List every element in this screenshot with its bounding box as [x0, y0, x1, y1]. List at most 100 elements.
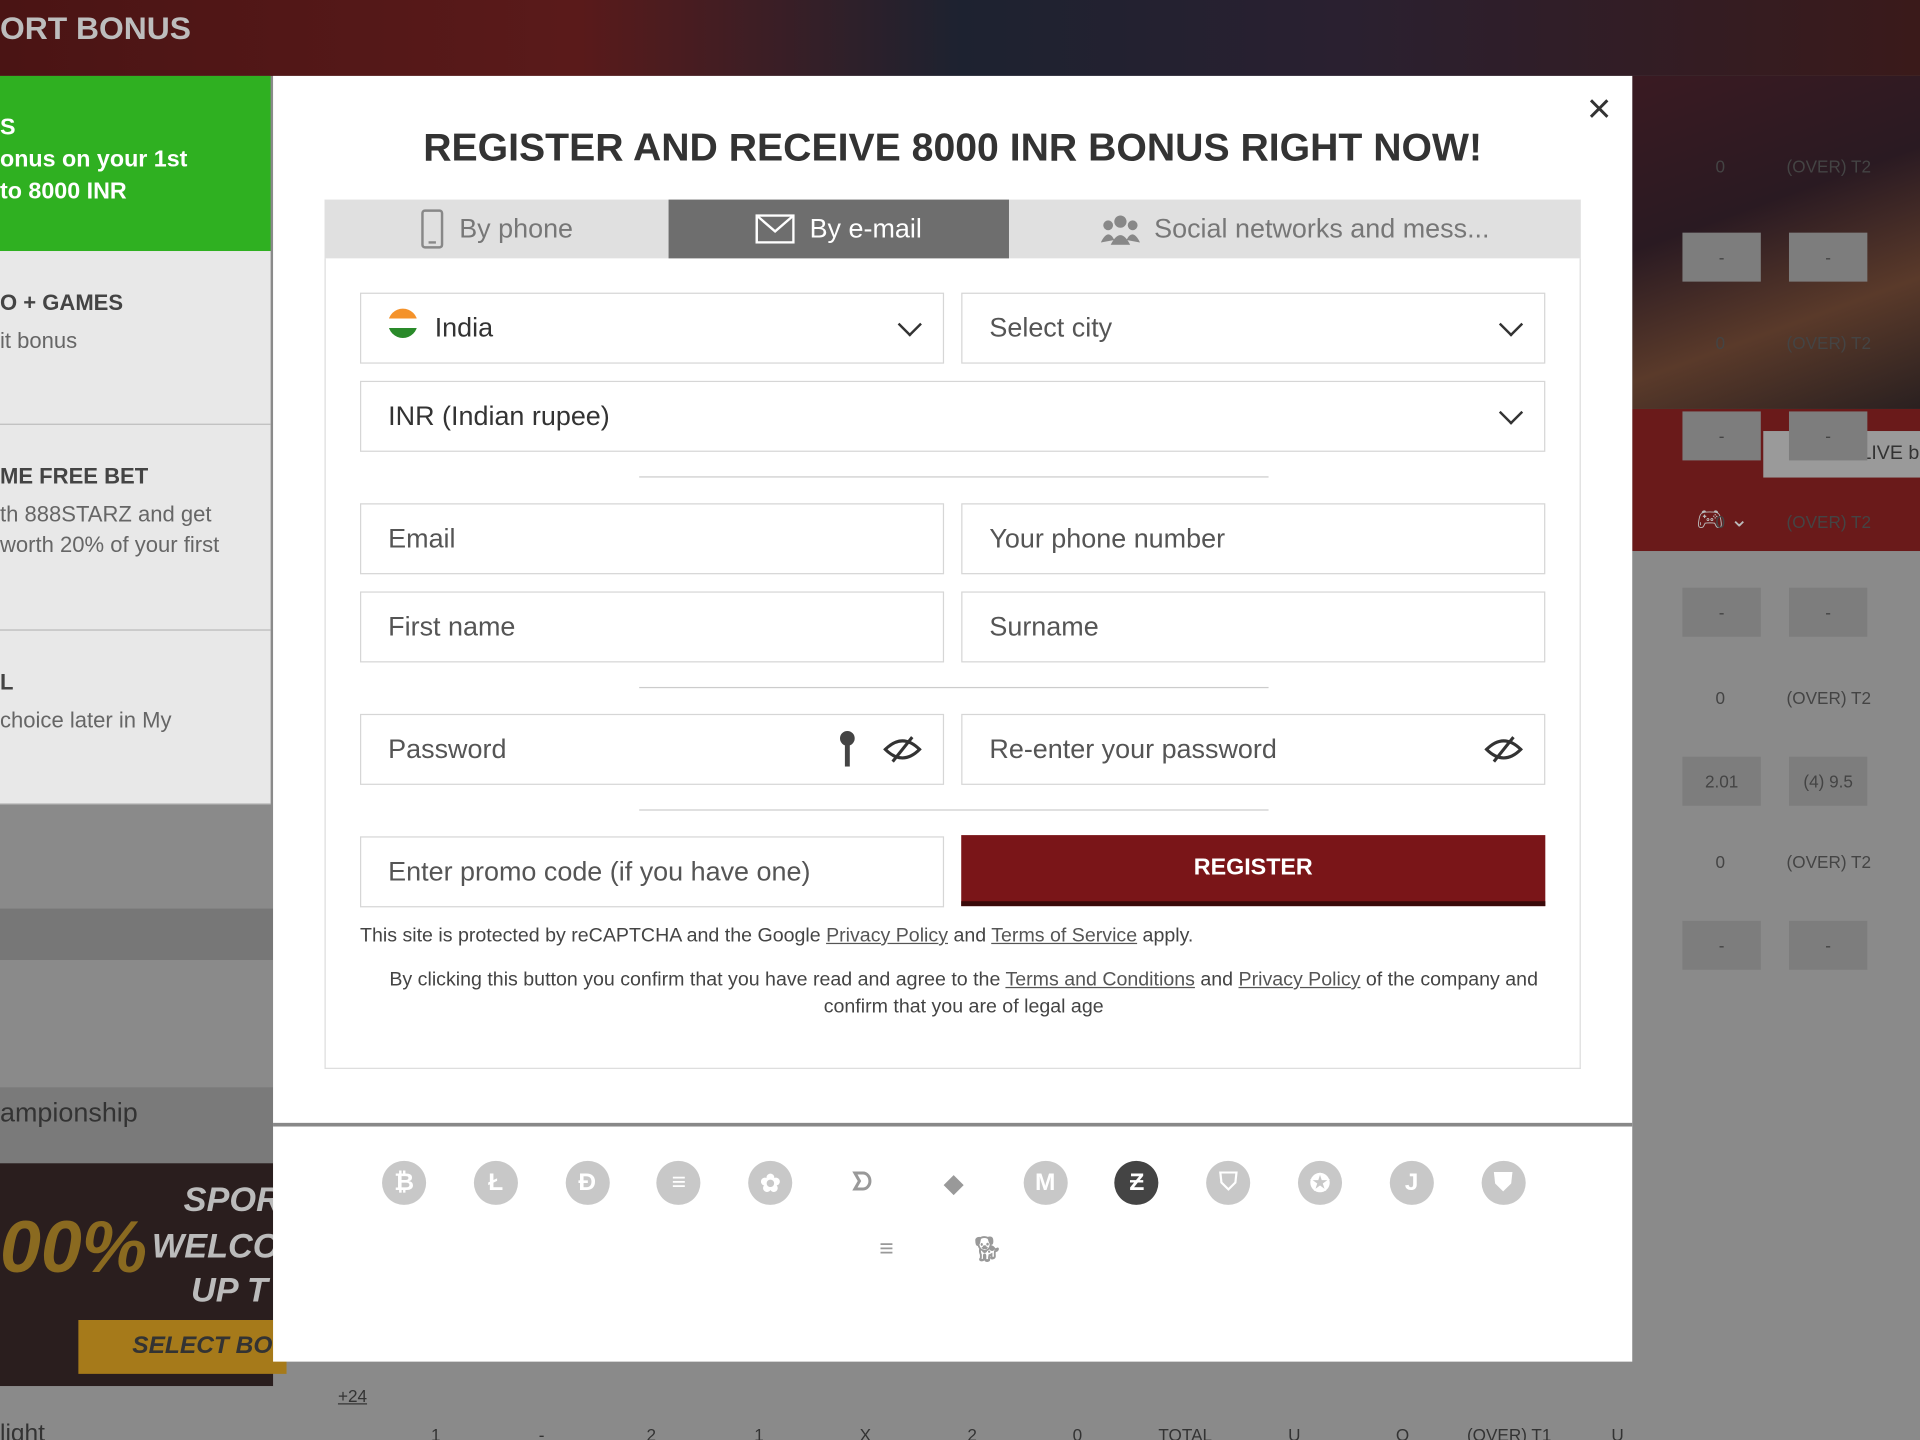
shiba-eth-icon[interactable]: 🐕︎: [965, 1227, 1009, 1271]
column-header: U: [1611, 1425, 1624, 1440]
shield-token-icon[interactable]: ⛉: [1206, 1160, 1251, 1205]
currency-select[interactable]: INR (Indian rupee): [360, 380, 1546, 452]
eye-hidden-icon[interactable]: [883, 735, 922, 764]
chevron-down-icon: [1498, 312, 1524, 337]
currency-value: INR (Indian rupee): [388, 400, 610, 432]
odds-cell[interactable]: -: [1788, 411, 1868, 461]
promo-card-later[interactable]: L choice later in My: [0, 630, 271, 805]
banner-title: ORT BONUS: [0, 9, 192, 47]
tab-social[interactable]: Social networks and mess...: [1009, 200, 1581, 259]
banner-text: UP T: [191, 1271, 268, 1309]
promo-title: S: [0, 115, 16, 141]
banner-text: SPOR: [183, 1180, 281, 1219]
psg-token-icon[interactable]: ✪: [1297, 1160, 1343, 1205]
odds-cell[interactable]: -: [1788, 920, 1868, 970]
column-header: U: [1288, 1425, 1301, 1440]
column-header: TOTAL: [1158, 1425, 1213, 1440]
promo-card-sport[interactable]: S onus on your 1st to 8000 INR: [0, 75, 271, 252]
select-bonus-button[interactable]: SELECT BO: [78, 1320, 287, 1374]
odds-cell: (OVER) T2: [1786, 511, 1872, 532]
odds-cell[interactable]: -: [1682, 232, 1761, 282]
terms-and-conditions-link[interactable]: Terms and Conditions: [1005, 970, 1194, 991]
text: This site is protected by reCAPTCHA and …: [360, 925, 827, 947]
placeholder: Your phone number: [989, 522, 1226, 554]
dogecoin-icon[interactable]: Ð: [565, 1160, 610, 1205]
welcome-banner[interactable]: SPOR 00% WELCO UP T SELECT BO: [0, 1163, 287, 1387]
odds-cell: (OVER) T2: [1786, 688, 1872, 708]
modal-title: REGISTER AND RECEIVE 8000 INR BONUS RIGH…: [423, 124, 1483, 169]
ethereum-icon[interactable]: ◆: [932, 1161, 976, 1205]
divider: [639, 809, 1269, 811]
text: apply.: [1137, 925, 1194, 947]
odds-cell: (OVER) T2: [1786, 852, 1872, 872]
column-header: -: [538, 1425, 545, 1440]
register-button[interactable]: REGISTER: [961, 835, 1546, 907]
tab-label: By phone: [459, 213, 574, 244]
eye-hidden-icon[interactable]: [1484, 735, 1523, 764]
odds-cell[interactable]: -: [1682, 587, 1761, 637]
card-title: L: [0, 669, 14, 695]
championship-row: ampionship: [0, 1087, 274, 1164]
repassword-field[interactable]: Re-enter your password: [961, 713, 1546, 785]
odds-cell[interactable]: -: [1682, 920, 1761, 970]
placeholder: Password: [388, 733, 507, 765]
odds-cell: 0: [1715, 688, 1726, 708]
promo-code-field[interactable]: Enter promo code (if you have one): [360, 836, 945, 908]
polkadot-icon[interactable]: ✿: [748, 1160, 793, 1205]
odds-cell[interactable]: -: [1788, 587, 1868, 637]
recaptcha-note: This site is protected by reCAPTCHA and …: [360, 923, 1193, 950]
odds-cell[interactable]: -: [1788, 232, 1868, 282]
email-field[interactable]: Email: [360, 503, 945, 575]
chevron-down-icon: [1498, 400, 1524, 425]
card-title: O + GAMES: [0, 290, 124, 315]
phone-field[interactable]: Your phone number: [961, 503, 1546, 575]
column-header: O: [1395, 1425, 1410, 1440]
users-icon: [1100, 215, 1140, 245]
zcash-icon[interactable]: Ƶ: [1114, 1160, 1159, 1205]
tab-label: By e-mail: [809, 213, 922, 244]
india-flag-icon: [388, 308, 418, 338]
odds-cell[interactable]: 2.01: [1682, 756, 1761, 806]
terms-of-service-link[interactable]: Terms of Service: [991, 926, 1137, 947]
championship-label: ampionship: [0, 1097, 138, 1128]
odds-cell[interactable]: (4) 9.5: [1788, 756, 1868, 806]
monero-icon[interactable]: M: [1023, 1160, 1068, 1205]
tab-by-email[interactable]: By e-mail: [668, 199, 1009, 259]
bitcoin-icon[interactable]: ₿: [382, 1160, 427, 1205]
key-icon[interactable]: [839, 730, 856, 769]
promo-card-freebet[interactable]: ME FREE BET th 888STARZ and get worth 20…: [0, 424, 271, 631]
card-desc: it bonus: [0, 328, 78, 353]
placeholder: Re-enter your password: [989, 733, 1277, 765]
banner-percent: 00%: [0, 1206, 148, 1289]
text: By clicking this button you confirm that…: [389, 969, 1006, 991]
phone-icon: [421, 209, 444, 249]
dash-d-icon[interactable]: ᗤ: [840, 1161, 884, 1205]
surname-field[interactable]: Surname: [961, 591, 1546, 663]
more-markets-link[interactable]: +24: [338, 1386, 367, 1406]
divider: [639, 686, 1269, 689]
close-icon[interactable]: ×: [1581, 88, 1618, 130]
privacy-policy-link[interactable]: Privacy Policy: [1239, 970, 1361, 991]
first-name-field[interactable]: First name: [360, 591, 945, 663]
placeholder: First name: [388, 611, 516, 642]
stacks-icon[interactable]: ≡: [864, 1227, 908, 1271]
league-label: light: [0, 1420, 45, 1440]
payment-methods: ₿ Ł Ð ≡ ✿ ᗤ ◆ M Ƶ ⛉ ✪ J ⛊ ≡ 🐕︎: [273, 1122, 1633, 1362]
odds-cell[interactable]: -: [1682, 411, 1761, 461]
column-header: 2: [967, 1425, 977, 1440]
juventus-token-icon[interactable]: J: [1389, 1160, 1434, 1205]
city-select[interactable]: Select city: [961, 292, 1546, 364]
roma-token-icon[interactable]: ⛊: [1481, 1160, 1526, 1205]
tab-by-phone[interactable]: By phone: [324, 200, 668, 259]
litecoin-icon[interactable]: Ł: [473, 1160, 518, 1205]
dash-icon[interactable]: ≡: [656, 1160, 701, 1205]
registration-modal: REGISTER AND RECEIVE 8000 INR BONUS RIGH…: [273, 75, 1633, 1362]
privacy-policy-link[interactable]: Privacy Policy: [826, 926, 948, 947]
placeholder: Enter promo code (if you have one): [388, 855, 811, 887]
promo-card-games[interactable]: O + GAMES it bonus: [0, 251, 271, 425]
promo-line: onus on your 1st: [0, 146, 188, 173]
bg-row: [0, 908, 274, 961]
country-select[interactable]: India: [360, 292, 945, 364]
password-field[interactable]: Password: [360, 713, 945, 785]
column-header: 2: [646, 1425, 657, 1440]
